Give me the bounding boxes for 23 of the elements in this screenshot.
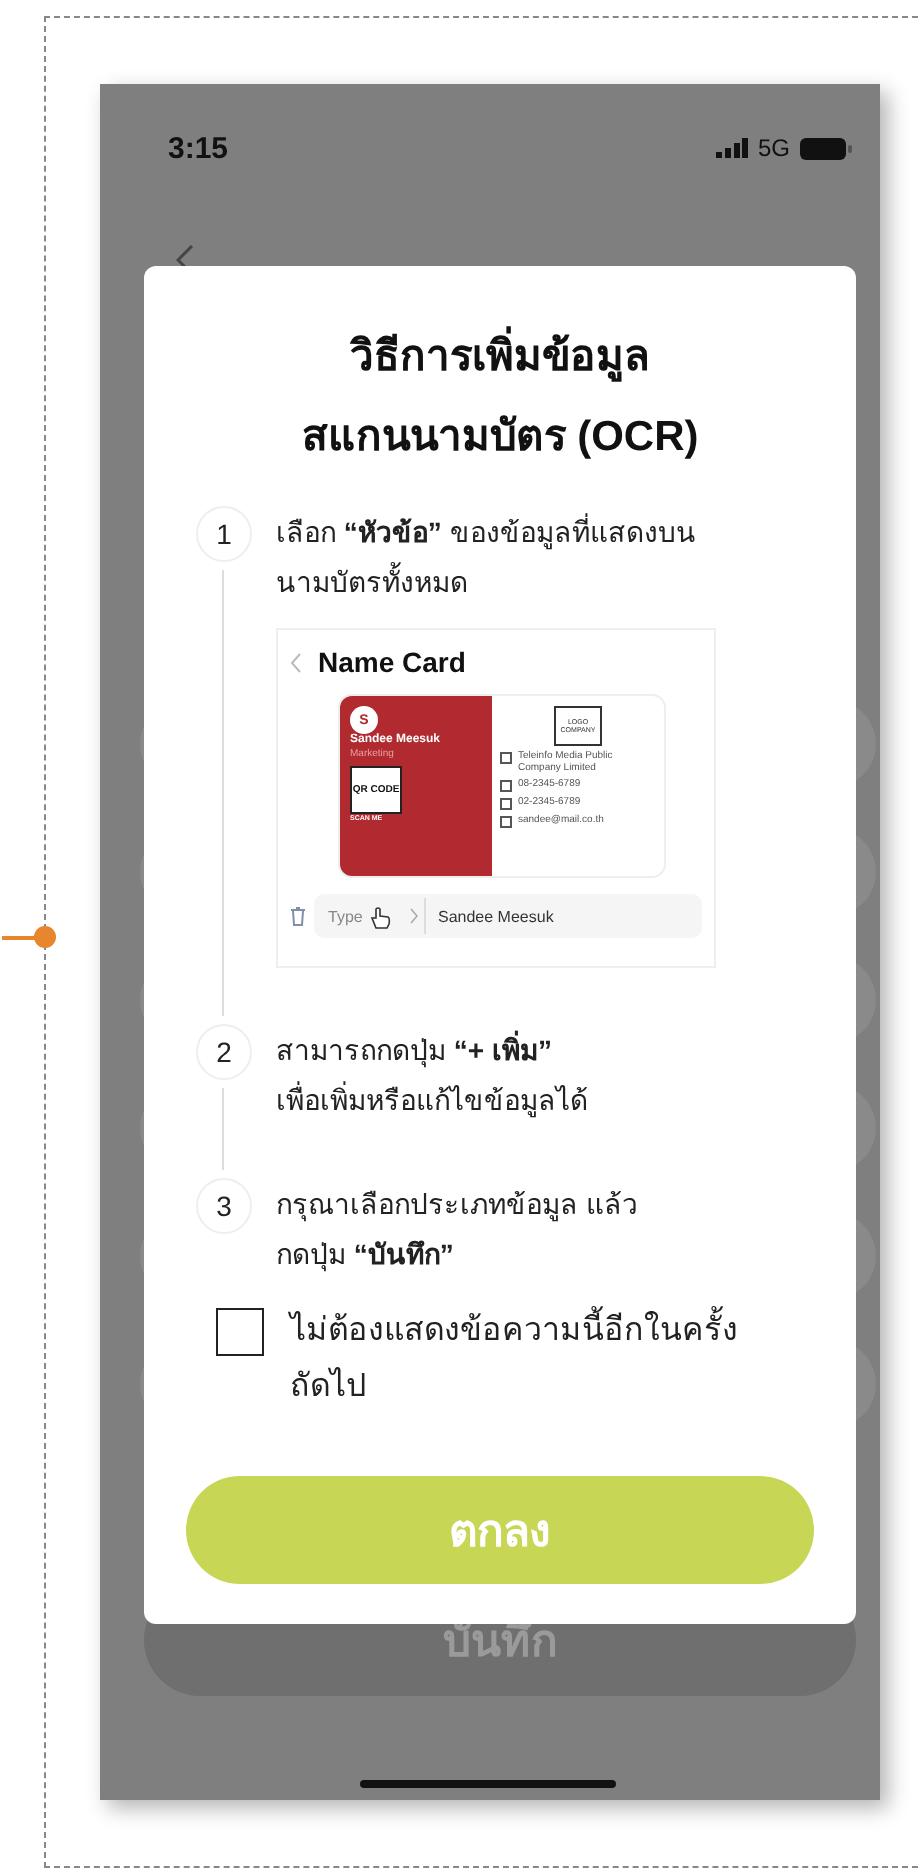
battery-icon <box>800 137 852 159</box>
ok-button[interactable]: ตกลง <box>186 1476 814 1584</box>
checkbox[interactable] <box>216 1308 264 1356</box>
connector-dot <box>34 926 56 948</box>
trash-icon <box>290 906 306 926</box>
step-number: 3 <box>196 1178 252 1234</box>
status-time: 3:15 <box>168 131 229 165</box>
step-text: เลือก “หัวข้อ” ของข้อมูลที่แสดงบนนามบัตรทั้งหมด <box>276 511 698 602</box>
step-number: 1 <box>196 506 252 562</box>
step-number: 2 <box>196 1024 252 1080</box>
signal-icon <box>715 138 748 158</box>
example-title: Name Card <box>318 646 466 678</box>
dialog-title: สแกนนามบัตร (OCR) <box>299 412 701 464</box>
leader-line <box>2 936 38 940</box>
field-value: Sandee Meesuk <box>438 907 554 925</box>
back-icon <box>290 651 302 673</box>
network-label: 5G <box>757 134 790 162</box>
chevron-icon <box>410 908 418 924</box>
step-text: กรุณาเลือกประเภทข้อมูล แล้ว กดปุ่ม “บันทึก” <box>276 1186 640 1276</box>
hand-pointer-icon <box>370 906 392 930</box>
checkbox-label: ไม่ต้องแสดงข้อความนี้อีกในครั้งถัดไป <box>290 1304 750 1416</box>
step-text: สามารถกดปุ่ม “+ เพิ่ม” เพื่อเพิ่มหรือแก้ไขข้อมูลได้ <box>276 1028 590 1122</box>
dialog-title: วิธีการเพิ่มข้อมูล <box>186 318 814 398</box>
